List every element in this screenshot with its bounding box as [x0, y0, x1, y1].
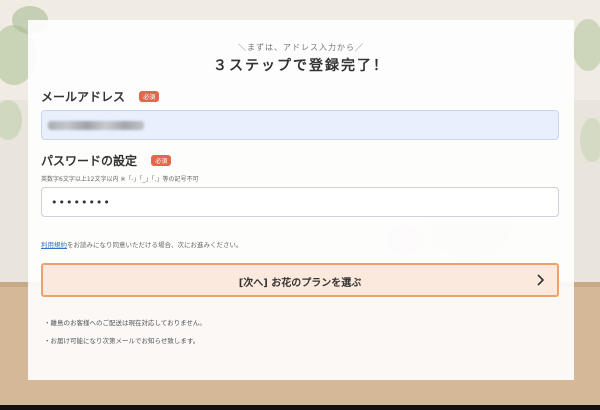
page-title: ３ステップで登録完了！: [213, 58, 389, 74]
email-label-text: メールアドレス: [41, 90, 126, 104]
terms-notice: 利用規約をお読みになり同意いただける場合、次にお進みください。: [41, 239, 243, 249]
chevron-right-icon: [537, 274, 545, 286]
required-badge-email: 必須: [139, 91, 160, 102]
bottom-bar: [0, 405, 600, 410]
tagline: ＼まずは、アドレス入力から／: [238, 43, 364, 52]
password-field[interactable]: [41, 187, 559, 217]
email-label: メールアドレス 必須: [41, 88, 160, 105]
password-label-text: パスワードの設定: [41, 154, 138, 168]
required-badge-password: 必須: [151, 155, 172, 166]
next-button[interactable]: [次へ] お花のプランを選ぶ: [41, 263, 559, 297]
terms-link[interactable]: 利用規約: [41, 241, 67, 249]
password-label: パスワードの設定 必須: [41, 152, 172, 169]
terms-text: をお読みになり同意いただける場合、次にお進みください。: [67, 241, 243, 249]
password-hint: 英数字6文字以上12文字以内 ※「-」「_」「.」等の記号不可: [41, 176, 199, 183]
shipping-note: ・お届け可能になり次第メールでお知らせ致します。: [44, 337, 200, 345]
registration-card: ＼まずは、アドレス入力から／ ３ステップで登録完了！ メールアドレス 必須 パス…: [28, 20, 574, 380]
email-value-redacted: [48, 121, 144, 130]
shipping-note: ・離島のお客様へのご配送は現在対応しておりません。: [44, 319, 206, 327]
next-button-label: [次へ] お花のプランを選ぶ: [238, 278, 362, 289]
